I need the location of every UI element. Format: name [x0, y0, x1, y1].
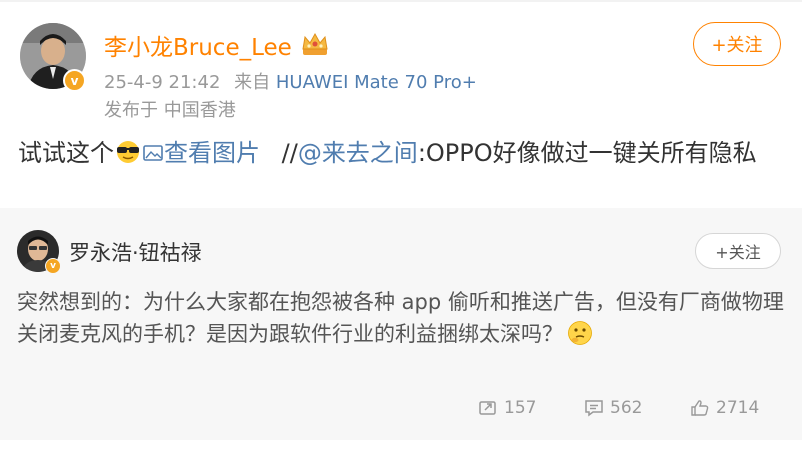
like-button[interactable]: 2714 [690, 398, 759, 418]
comment-count: 562 [610, 398, 643, 418]
like-count: 2714 [716, 398, 760, 418]
retweet-card[interactable]: v 罗永浩·钮祜禄 +关注 突然想到的：为什么大家都在抱怨被各种 app 偷听和… [0, 208, 802, 440]
image-icon [143, 145, 163, 161]
sunglasses-emoji-icon [117, 141, 139, 163]
thumbs-up-icon [691, 400, 709, 416]
post-location: 发布于 中国香港 [104, 100, 236, 121]
retweet-follow-button[interactable]: +关注 [695, 233, 781, 269]
verified-badge-icon: v [63, 69, 86, 92]
repost-icon [479, 401, 496, 415]
crown-icon [302, 32, 328, 55]
retweet-author-name[interactable]: 罗永浩·钮祜禄 [69, 237, 202, 267]
follow-button[interactable]: +关注 [693, 22, 781, 66]
retweet-text: 突然想到的：为什么大家都在抱怨被各种 app 偷听和推送广告，但没有厂商做物理关… [17, 286, 787, 350]
repost-chain-text: :OPPO好像做过一键关所有隐私 [417, 139, 757, 167]
thinking-emoji-icon [568, 321, 592, 345]
retweet-text-content: 突然想到的：为什么大家都在抱怨被各种 app 偷听和推送广告，但没有厂商做物理关… [17, 290, 784, 346]
post-text-main: 试试这个 [18, 139, 114, 167]
repost-count: 157 [504, 398, 537, 418]
comment-button[interactable]: 562 [584, 398, 642, 418]
retweet-actions: 157 562 2714 [0, 398, 802, 426]
repost-separator: // [281, 139, 298, 167]
post-meta: 25-4-9 21:42 来自 HUAWEI Mate 70 Pro+ [104, 68, 477, 94]
post-timestamp[interactable]: 25-4-9 21:42 [104, 72, 220, 93]
retweet-verified-icon: v [45, 258, 61, 274]
bottom-spacer [0, 440, 802, 452]
mention-link[interactable]: @来去之间 [298, 139, 418, 167]
view-image-link[interactable]: 查看图片 [142, 139, 260, 167]
post-text: 试试这个 查看图片 //@来去之间:OPPO好像做过一键关所有隐私 [18, 136, 793, 171]
top-divider [0, 0, 802, 2]
author-name[interactable]: 李小龙Bruce_Lee [104, 28, 292, 62]
device-link[interactable]: HUAWEI Mate 70 Pro+ [276, 72, 477, 93]
view-image-label: 查看图片 [164, 139, 260, 167]
comment-icon [585, 400, 603, 417]
source-prefix: 来自 [234, 72, 271, 93]
repost-button[interactable]: 157 [478, 398, 536, 418]
